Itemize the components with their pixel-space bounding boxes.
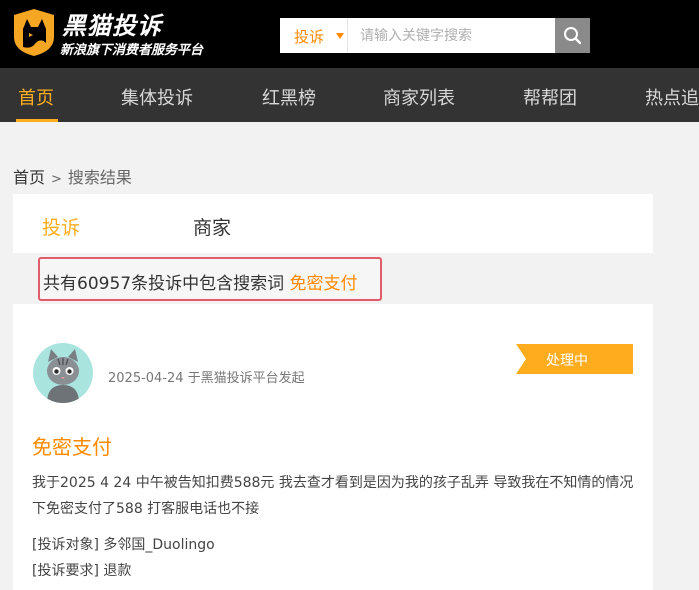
nav-item-hot-topics[interactable]: 热点追 <box>645 84 699 110</box>
nav-item-merchant-list[interactable]: 商家列表 <box>383 84 455 110</box>
results-count-text: 共有60957条投诉中包含搜索词 免密支付 <box>43 269 357 294</box>
tab-complaints[interactable]: 投诉 <box>42 213 80 240</box>
results-prefix: 共有60957条投诉中包含搜索词 <box>43 274 290 294</box>
complaint-demand: [投诉要求] 退款 <box>32 560 131 580</box>
tab-merchants[interactable]: 商家 <box>193 213 231 240</box>
brand-subtitle: 新浪旗下消费者服务平台 <box>60 43 204 58</box>
top-header: 黑猫投诉 新浪旗下消费者服务平台 投诉 <box>0 0 699 68</box>
caret-down-icon <box>336 33 344 39</box>
results-keyword: 免密支付 <box>289 274 358 294</box>
complaint-card[interactable]: 2025-04-24 于黑猫投诉平台发起 处理中 免密支付 我于2025 4 2… <box>13 304 653 590</box>
search-icon <box>564 27 582 45</box>
complaint-target: [投诉对象] 多邻国_Duolingo <box>32 534 215 554</box>
complaint-description: 我于2025 4 24 中午被告知扣费588元 我去查才看到是因为我的孩子乱弄 … <box>32 475 634 517</box>
black-cat-logo-icon[interactable] <box>12 7 56 57</box>
avatar <box>33 343 93 403</box>
search-tabs: 投诉 商家 <box>13 194 653 253</box>
status-label: 处理中 <box>546 353 588 369</box>
nav-item-help-team[interactable]: 帮帮团 <box>523 84 577 110</box>
nav-item-red-black-list[interactable]: 红黑榜 <box>262 84 316 110</box>
complaint-target-value: 多邻国_Duolingo <box>98 537 215 553</box>
breadcrumb: 首页 > 搜索结果 <box>13 164 132 188</box>
complaint-title[interactable]: 免密支付 <box>32 431 112 460</box>
post-date: 2025-04-24 于黑猫投诉平台发起 <box>108 371 305 386</box>
results-summary: 共有60957条投诉中包含搜索词 免密支付 <box>38 257 382 301</box>
complaint-demand-value: 退款 <box>98 563 132 579</box>
complaint-demand-label: [投诉要求] <box>32 563 99 579</box>
search-button[interactable] <box>555 18 590 53</box>
search-bar: 投诉 <box>280 18 590 53</box>
status-badge: 处理中 <box>516 344 633 374</box>
search-input[interactable] <box>350 18 550 53</box>
brand-title: 黑猫投诉 <box>62 12 162 40</box>
search-type-label: 投诉 <box>294 28 325 46</box>
nav-item-home[interactable]: 首页 <box>18 84 54 110</box>
nav-active-underline <box>16 119 58 122</box>
search-type-dropdown[interactable]: 投诉 <box>280 18 348 53</box>
complaint-target-label: [投诉对象] <box>32 537 99 553</box>
breadcrumb-current: 搜索结果 <box>67 168 132 187</box>
breadcrumb-home-link[interactable]: 首页 <box>13 168 45 187</box>
nav-item-group-complaints[interactable]: 集体投诉 <box>121 84 193 110</box>
main-nav: 首页 集体投诉 红黑榜 商家列表 帮帮团 热点追 <box>0 68 699 122</box>
cat-avatar-icon <box>33 343 93 403</box>
breadcrumb-separator: > <box>51 172 62 187</box>
